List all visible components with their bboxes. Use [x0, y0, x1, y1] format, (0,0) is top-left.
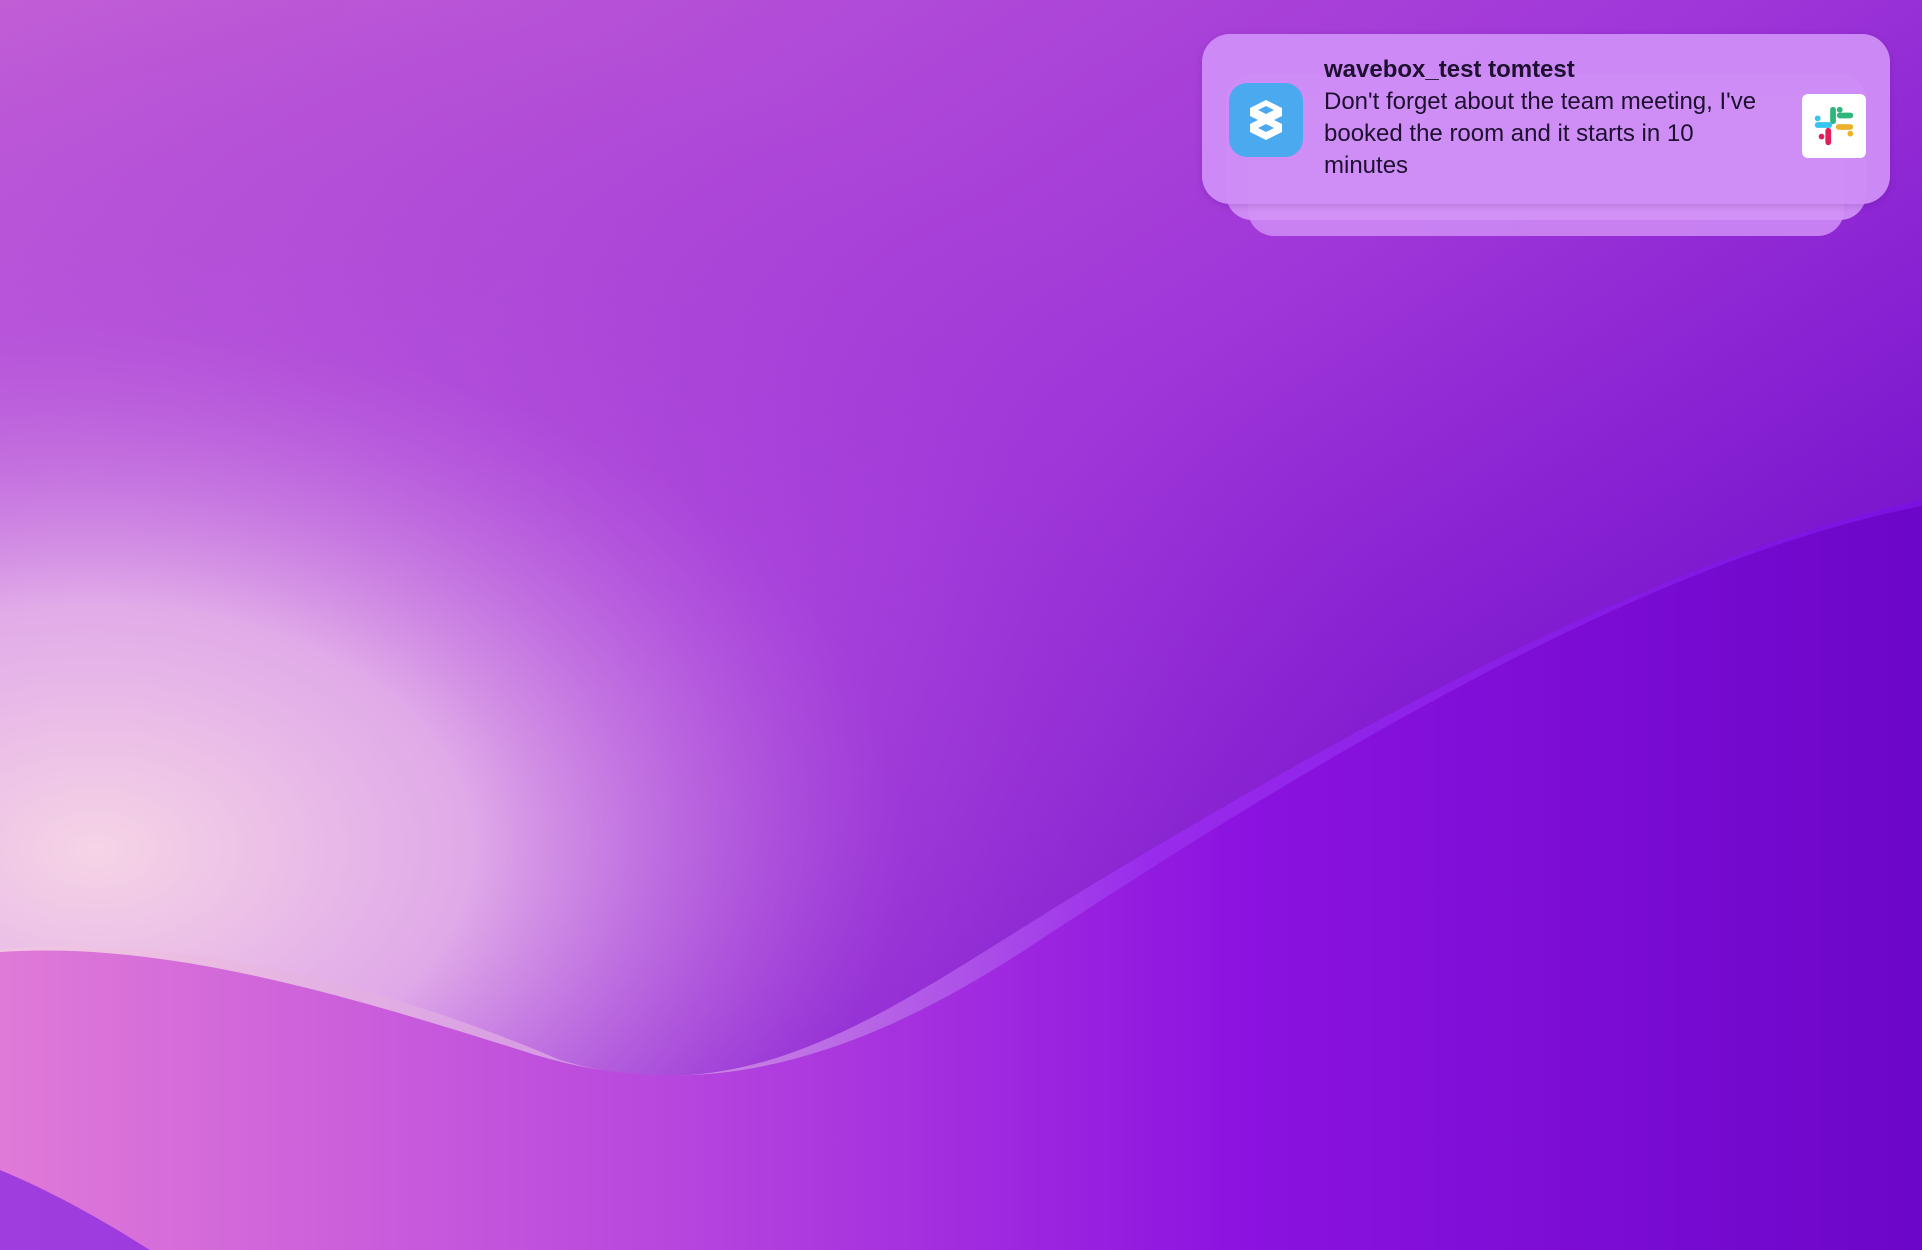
notification-body: Don't forget about the team meeting, I'v…: [1324, 88, 1757, 179]
notification-title: wavebox_test tomtest: [1324, 56, 1575, 83]
desktop: wavebox_test tomtest Don't forget about …: [0, 0, 1922, 1250]
notification-text: wavebox_test tomtest Don't forget about …: [1324, 54, 1782, 182]
wavebox-logo-glyph: [1250, 100, 1282, 140]
notification-card[interactable]: wavebox_test tomtest Don't forget about …: [1202, 34, 1890, 204]
slack-logo-glyph: [1814, 106, 1854, 146]
notification-stack[interactable]: wavebox_test tomtest Don't forget about …: [1202, 34, 1890, 236]
slack-icon: [1802, 94, 1866, 158]
wavebox-icon: [1229, 83, 1303, 157]
